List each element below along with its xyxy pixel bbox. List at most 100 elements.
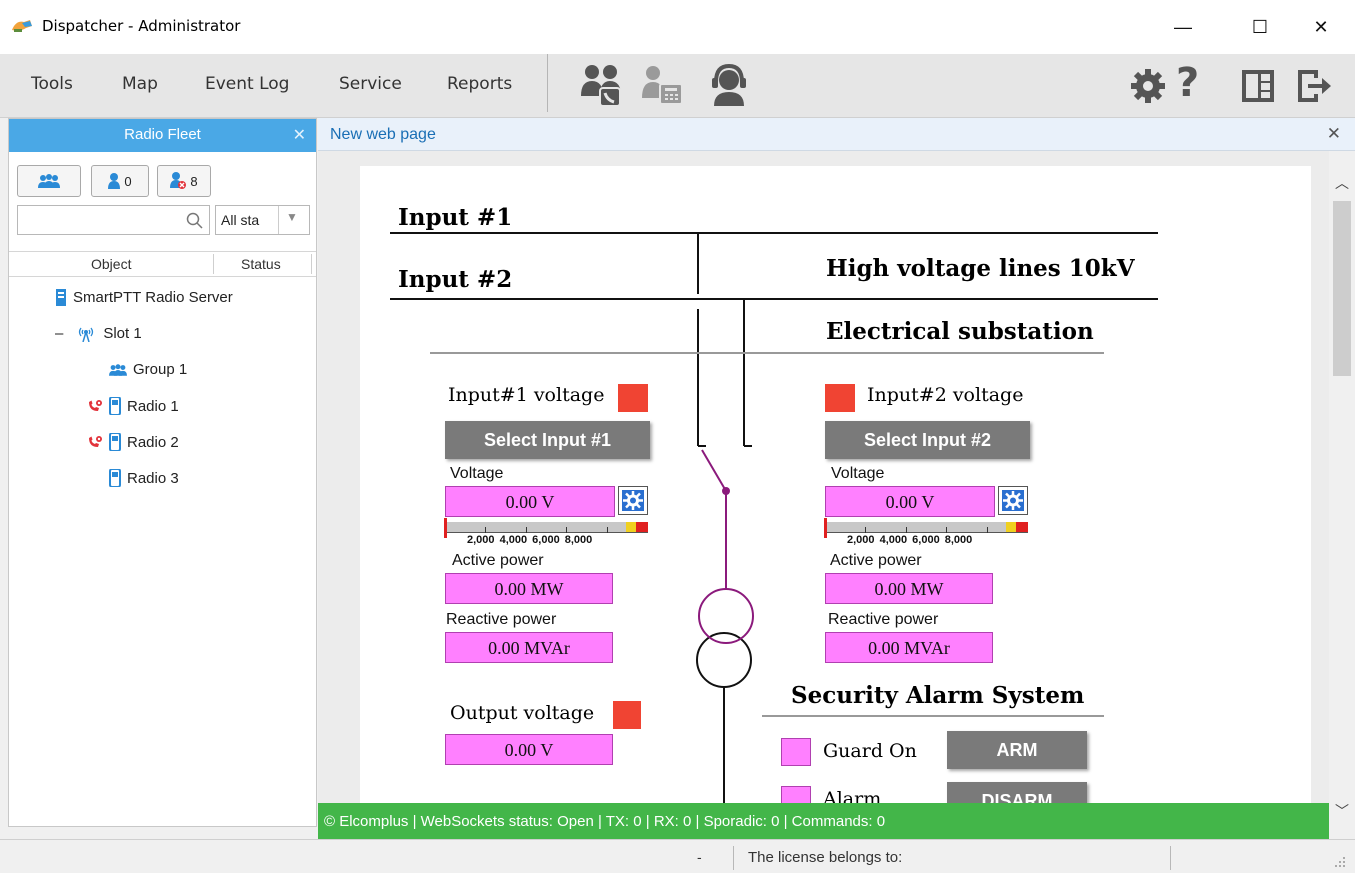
group-icon <box>38 174 60 188</box>
offline-count: 8 <box>190 173 198 189</box>
search-input[interactable] <box>17 205 210 235</box>
input2-voltage-gauge <box>824 518 1028 538</box>
column-object[interactable]: Object <box>91 256 131 272</box>
input2-gauge-settings[interactable] <box>998 486 1028 515</box>
gear-icon <box>1002 490 1024 511</box>
output-voltage-indicator <box>613 701 641 729</box>
scroll-up-icon[interactable]: ︿ <box>1335 173 1349 193</box>
radio-icon <box>109 433 121 451</box>
call-group-icon[interactable] <box>578 62 628 108</box>
app-icon <box>12 20 32 32</box>
scroll-thumb[interactable] <box>1333 201 1351 376</box>
search-icon[interactable] <box>186 212 203 229</box>
panel-close-icon[interactable]: ✕ <box>293 125 306 145</box>
menu-tools[interactable]: Tools <box>31 74 73 94</box>
column-status[interactable]: Status <box>241 256 281 272</box>
close-button[interactable]: ✕ <box>1298 10 1344 44</box>
input1-voltage-title: Input#1 voltage <box>448 384 605 406</box>
group-icon <box>109 363 127 376</box>
hv-lines-label: High voltage lines 10kV <box>826 255 1135 282</box>
online-count: 0 <box>124 173 132 189</box>
input1-gauge-ticks: 2,000 4,000 6,000 8,000 <box>467 534 593 546</box>
tree-item-label: Group 1 <box>133 361 188 378</box>
scroll-down-icon[interactable]: ﹀ <box>1335 801 1349 821</box>
input2-active-value: 0.00 MW <box>825 573 993 604</box>
menu-map[interactable]: Map <box>122 74 158 94</box>
logout-icon[interactable] <box>1294 66 1334 106</box>
title-bar: Dispatcher - Administrator — ☐ ✕ <box>0 0 1355 54</box>
filter-offline-button[interactable]: 8 <box>157 165 211 197</box>
output-voltage-title: Output voltage <box>450 702 595 724</box>
minimize-button[interactable]: — <box>1160 10 1206 44</box>
web-content-area: Input #1 Input #2 High voltage lines 10k… <box>318 151 1329 803</box>
filter-online-button[interactable]: 0 <box>91 165 149 197</box>
input2-voltage-value: 0.00 V <box>825 486 995 517</box>
tree-header: Object Status <box>9 251 316 277</box>
tree-item-group[interactable]: Group 1 <box>109 361 187 378</box>
call-red-icon <box>89 436 102 447</box>
radio-icon <box>109 469 121 487</box>
radio-fleet-panel: Radio Fleet ✕ 0 8 All sta ▼ Object Statu… <box>8 118 317 827</box>
call-red-icon <box>89 400 102 411</box>
disarm-button[interactable]: DISARM <box>947 782 1087 803</box>
tab-bar: New web page ✕ <box>318 118 1355 151</box>
minimize-icon: — <box>1174 16 1192 37</box>
antenna-icon <box>79 327 94 342</box>
menu-bar: Tools Map Event Log Service Reports ? <box>0 54 1355 118</box>
tree-item-radio[interactable]: Radio 3 <box>109 469 179 487</box>
input2-voltage-label: Voltage <box>831 465 885 482</box>
tab-close-icon[interactable]: ✕ <box>1327 124 1341 144</box>
input2-gauge-ticks: 2,000 4,000 6,000 8,000 <box>847 534 973 546</box>
help-icon[interactable]: ? <box>1176 60 1199 106</box>
status-filter-select[interactable]: All sta ▼ <box>215 205 310 235</box>
input1-label: Input #1 <box>398 204 513 231</box>
tab-web-page[interactable]: New web page <box>330 126 436 144</box>
input2-label: Input #2 <box>398 266 513 293</box>
input1-voltage-indicator <box>618 384 648 412</box>
input1-active-label: Active power <box>452 552 544 569</box>
input2-reactive-value: 0.00 MVAr <box>825 632 993 663</box>
substation-label: Electrical substation <box>826 318 1094 345</box>
tree-item-slot[interactable]: – Slot 1 <box>55 325 142 342</box>
security-title: Security Alarm System <box>791 682 1085 709</box>
telephone-icon[interactable] <box>640 64 686 108</box>
web-page: Input #1 Input #2 High voltage lines 10k… <box>360 166 1311 803</box>
input1-voltage-gauge <box>444 518 648 538</box>
select-input1-button[interactable]: Select Input #1 <box>445 421 650 459</box>
headset-operator-icon[interactable] <box>706 62 752 108</box>
filter-groups-button[interactable] <box>17 165 81 197</box>
arm-button[interactable]: ARM <box>947 731 1087 769</box>
maximize-button[interactable]: ☐ <box>1237 10 1283 44</box>
tree-item-label: Slot 1 <box>103 325 142 342</box>
input1-voltage-label: Voltage <box>450 465 504 482</box>
input1-gauge-settings[interactable] <box>618 486 648 515</box>
collapse-icon[interactable]: – <box>55 325 63 342</box>
maximize-icon: ☐ <box>1251 16 1269 37</box>
input1-voltage-value: 0.00 V <box>445 486 615 517</box>
server-icon <box>56 289 66 306</box>
tree-item-server[interactable]: SmartPTT Radio Server <box>55 289 233 306</box>
tree-item-label: SmartPTT Radio Server <box>73 289 233 306</box>
select-input2-button[interactable]: Select Input #2 <box>825 421 1030 459</box>
menu-reports[interactable]: Reports <box>447 74 512 94</box>
menu-service[interactable]: Service <box>339 74 402 94</box>
status-dash: - <box>697 849 702 865</box>
input2-reactive-label: Reactive power <box>828 611 939 628</box>
input2-voltage-indicator <box>825 384 855 412</box>
alarm-label: Alarm <box>823 788 882 803</box>
tree-item-radio[interactable]: Radio 2 <box>87 433 179 451</box>
input1-reactive-value: 0.00 MVAr <box>445 632 613 663</box>
tree-item-radio[interactable]: Radio 1 <box>87 397 179 415</box>
tree-item-label: Radio 2 <box>127 433 179 451</box>
vertical-scrollbar[interactable]: ︿ <box>1329 151 1355 803</box>
scroll-down-button[interactable]: ﹀ <box>1329 803 1355 839</box>
input1-reactive-label: Reactive power <box>446 611 557 628</box>
menu-event-log[interactable]: Event Log <box>205 74 289 94</box>
gear-icon <box>622 490 644 511</box>
guard-on-label: Guard On <box>823 740 917 762</box>
layout-icon[interactable] <box>1240 68 1276 104</box>
gear-icon[interactable] <box>1128 66 1168 106</box>
resize-grip-icon[interactable] <box>1332 854 1346 868</box>
window-title: Dispatcher - Administrator <box>42 17 241 35</box>
radio-icon <box>109 397 121 415</box>
